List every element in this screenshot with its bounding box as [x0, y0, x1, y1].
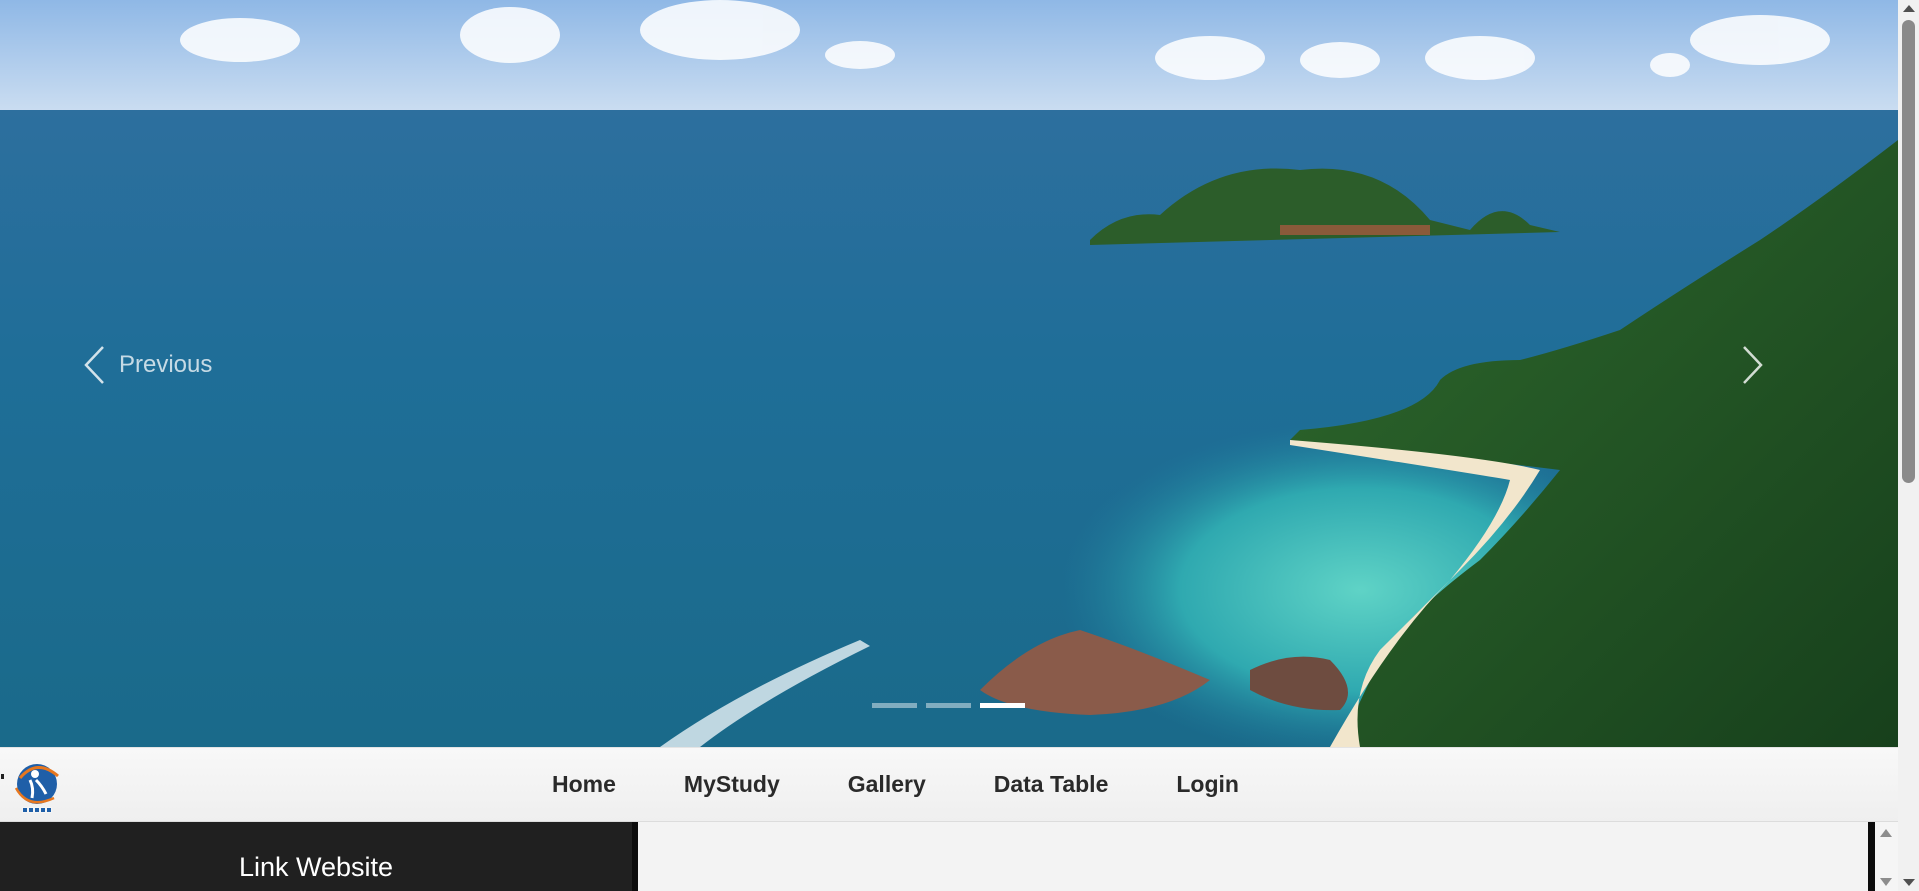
- nav-link-data-table[interactable]: Data Table: [994, 771, 1109, 797]
- nav-link-gallery[interactable]: Gallery: [848, 771, 926, 797]
- nav-link-login[interactable]: Login: [1176, 771, 1239, 797]
- carousel-indicator-3[interactable]: [980, 703, 1025, 708]
- nav-item-home: Home: [518, 771, 650, 798]
- window-scroll-thumb[interactable]: [1902, 20, 1915, 483]
- main-navbar: Home MyStudy Gallery Data Table Login: [0, 747, 1898, 822]
- chevron-left-icon: [84, 346, 104, 384]
- tick-mark: [1, 774, 4, 779]
- main-content-area: [638, 822, 1868, 891]
- carousel-indicator-2[interactable]: [926, 703, 971, 708]
- chevron-right-icon: [1743, 346, 1763, 384]
- carousel-indicators: [872, 703, 1025, 708]
- stt-nf-logo-icon[interactable]: [8, 758, 66, 816]
- window-scrollbar[interactable]: [1898, 0, 1919, 891]
- content-scrollbar[interactable]: [1875, 822, 1898, 891]
- carousel-previous-label: Previous: [119, 351, 213, 378]
- window-scroll-down-icon[interactable]: [1903, 879, 1915, 886]
- content-border: [1868, 822, 1875, 891]
- nav-link-home[interactable]: Home: [552, 771, 616, 797]
- carousel-next-button[interactable]: [1742, 345, 1764, 385]
- carousel-indicator-1[interactable]: [872, 703, 917, 708]
- carousel-slide-image: [0, 0, 1898, 747]
- nav-menu: Home MyStudy Gallery Data Table Login: [518, 748, 1273, 821]
- window-scroll-up-icon[interactable]: [1903, 5, 1915, 12]
- link-website-panel: Link Website: [0, 822, 632, 891]
- scroll-down-arrow-icon[interactable]: [1880, 878, 1892, 886]
- nav-item-data-table: Data Table: [960, 771, 1143, 798]
- page: Previous Home MyStudy Gallery Data Table…: [0, 0, 1919, 891]
- link-website-title: Link Website: [238, 852, 394, 882]
- hero-carousel: Previous: [0, 0, 1898, 747]
- nav-item-login: Login: [1142, 771, 1273, 798]
- nav-item-gallery: Gallery: [814, 771, 960, 798]
- scroll-up-arrow-icon[interactable]: [1880, 829, 1892, 837]
- carousel-previous-button[interactable]: Previous: [83, 345, 212, 385]
- nav-item-mystudy: MyStudy: [650, 771, 814, 798]
- nav-link-mystudy[interactable]: MyStudy: [684, 771, 780, 797]
